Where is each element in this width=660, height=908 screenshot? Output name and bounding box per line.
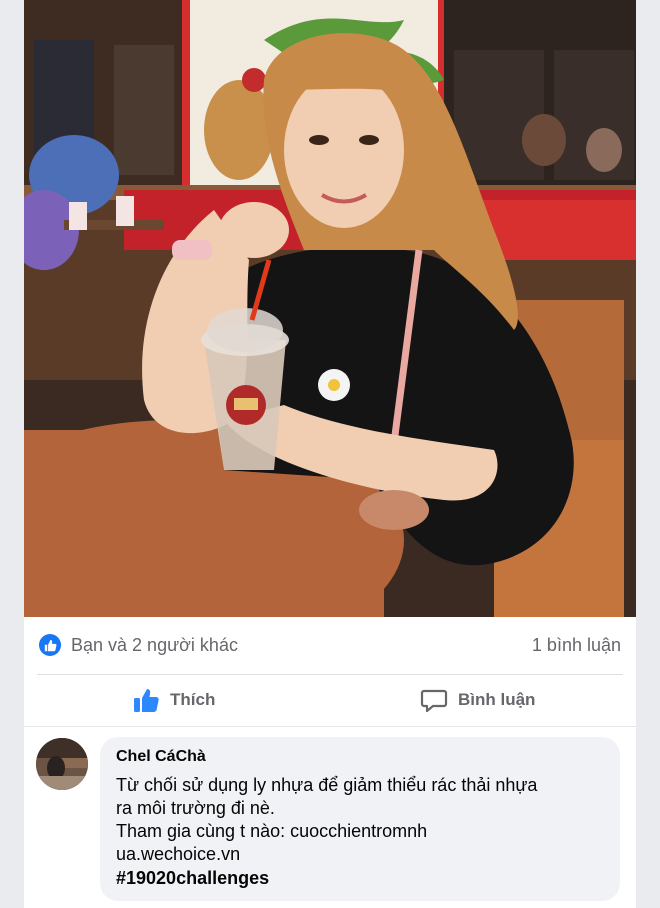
comment-bubble: Chel CáChà Từ chối sử dụng ly nhựa để gi… (100, 737, 620, 901)
like-icon (134, 689, 159, 712)
right-margin (636, 0, 660, 908)
left-margin (0, 0, 24, 908)
action-bar: Thích Bình luận (24, 675, 636, 725)
comment-text-line: ra môi trường đi nè. (116, 798, 275, 818)
comment-section: Chel CáChà Từ chối sử dụng ly nhựa để gi… (24, 727, 636, 908)
reactions-bar: Bạn và 2 người khác 1 bình luận (24, 617, 636, 675)
like-button[interactable]: Thích (132, 683, 215, 717)
comment-button[interactable]: Bình luận (420, 683, 535, 717)
comment-count[interactable]: 1 bình luận (532, 635, 621, 656)
avatar[interactable] (36, 738, 88, 790)
comment-text-line: Từ chối sử dụng ly nhựa để giảm thiểu rá… (116, 775, 538, 795)
thumbs-up-glyph (44, 639, 56, 651)
comment-hashtag[interactable]: #19020challenges (116, 866, 604, 890)
comment-icon (420, 689, 448, 713)
like-label: Thích (170, 690, 216, 709)
comment-author[interactable]: Chel CáChà (116, 748, 604, 766)
avatar-image (36, 738, 88, 790)
comment-text-line: Tham gia cùng t nào: cuocchientromnh (116, 821, 428, 841)
post-photo-illustration (24, 0, 636, 617)
thumbs-up-icon[interactable] (39, 634, 61, 656)
comment-label: Bình luận (458, 690, 536, 709)
post-photo[interactable] (24, 0, 636, 617)
post-card: Bạn và 2 người khác 1 bình luận Thích Bì… (24, 0, 636, 908)
comment-text-line: ua.wechoice.vn (116, 844, 241, 864)
reaction-summary[interactable]: Bạn và 2 người khác (71, 635, 238, 656)
